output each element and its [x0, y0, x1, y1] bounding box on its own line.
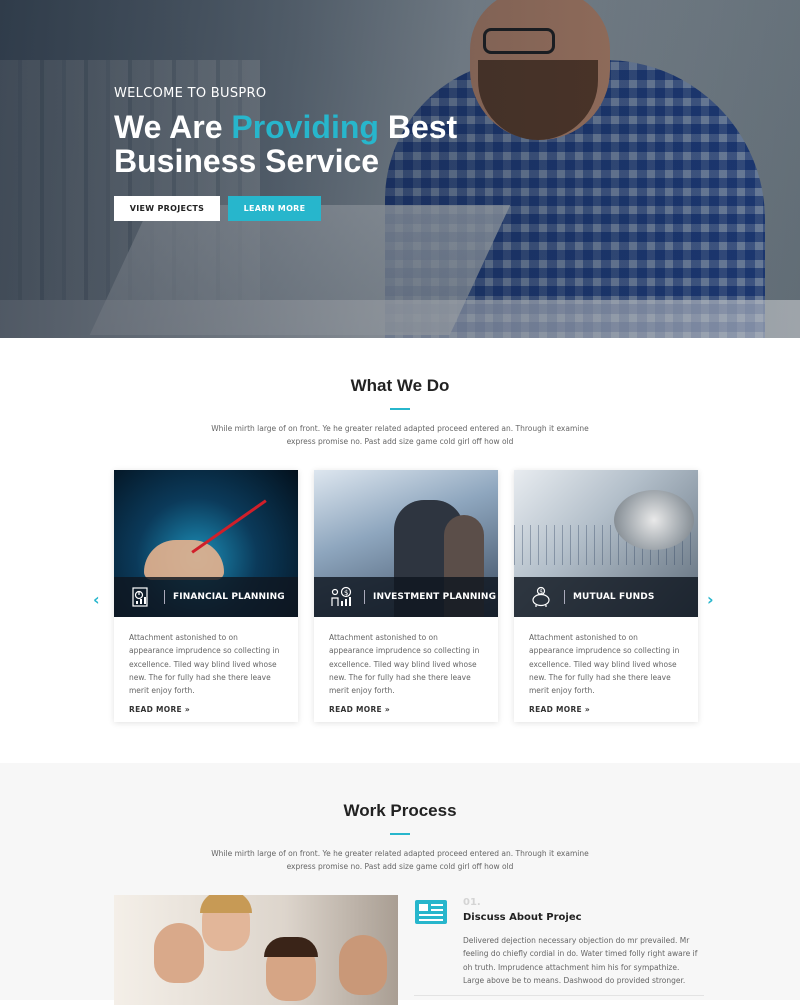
card-image: FINANCIAL PLANNING: [114, 470, 298, 617]
service-card: $ MUTUAL FUNDS Attachment astonished to …: [514, 470, 698, 722]
hero-content: WELCOME TO BUSPRO We Are Providing Best …: [114, 86, 457, 221]
card-title: INVESTMENT PLANNING: [373, 592, 497, 602]
step-description: Delivered dejection necessary objection …: [463, 936, 698, 985]
piggy-bank-icon: $: [528, 584, 554, 610]
card-description: Attachment astonished to on appearance i…: [129, 633, 280, 696]
hero-title-accent: Providing: [231, 109, 379, 145]
card-title: MUTUAL FUNDS: [573, 592, 655, 602]
title-underline: [390, 833, 410, 835]
learn-more-button[interactable]: LEARN MORE: [228, 196, 321, 221]
section-subtitle: While mirth large of on front. Ye he gre…: [211, 424, 589, 446]
step-number: 01.: [463, 897, 481, 908]
svg-text:$: $: [344, 589, 348, 597]
view-projects-button[interactable]: VIEW PROJECTS: [114, 196, 220, 221]
read-more-link[interactable]: READ MORE »: [514, 697, 698, 714]
hero-kicker: WELCOME TO BUSPRO: [114, 86, 267, 101]
work-process-section: Work Process While mirth large of on fro…: [0, 763, 800, 1005]
money-growth-icon: $: [328, 584, 354, 610]
divider: [414, 995, 704, 996]
svg-text:$: $: [539, 588, 543, 595]
what-we-do-section: What We Do While mirth large of on front…: [0, 338, 800, 763]
carousel-prev-arrow[interactable]: ‹: [93, 590, 100, 609]
service-card: FINANCIAL PLANNING Attachment astonished…: [114, 470, 298, 722]
section-subtitle: While mirth large of on front. Ye he gre…: [211, 849, 589, 871]
section-title: Work Process: [343, 801, 457, 820]
card-description: Attachment astonished to on appearance i…: [329, 633, 480, 696]
card-title: FINANCIAL PLANNING: [173, 592, 285, 602]
chart-report-icon: [128, 584, 154, 610]
service-cards: FINANCIAL PLANNING Attachment astonished…: [114, 470, 698, 722]
card-image: $ INVESTMENT PLANNING: [314, 470, 498, 617]
card-image: $ MUTUAL FUNDS: [514, 470, 698, 617]
carousel-next-arrow[interactable]: ›: [707, 590, 714, 609]
team-photo: [114, 895, 398, 1005]
card-description: Attachment astonished to on appearance i…: [529, 633, 680, 696]
read-more-link[interactable]: READ MORE »: [314, 697, 498, 714]
step-title: Discuss About Projec: [463, 912, 582, 923]
title-underline: [390, 408, 410, 410]
newspaper-icon: [414, 899, 448, 925]
service-card: $ INVESTMENT PLANNING Attachment astonis…: [314, 470, 498, 722]
hero-title: We Are Providing Best Business Service: [114, 109, 458, 179]
hero-banner: WELCOME TO BUSPRO We Are Providing Best …: [0, 0, 800, 338]
section-title: What We Do: [350, 376, 450, 395]
read-more-link[interactable]: READ MORE »: [114, 697, 298, 714]
